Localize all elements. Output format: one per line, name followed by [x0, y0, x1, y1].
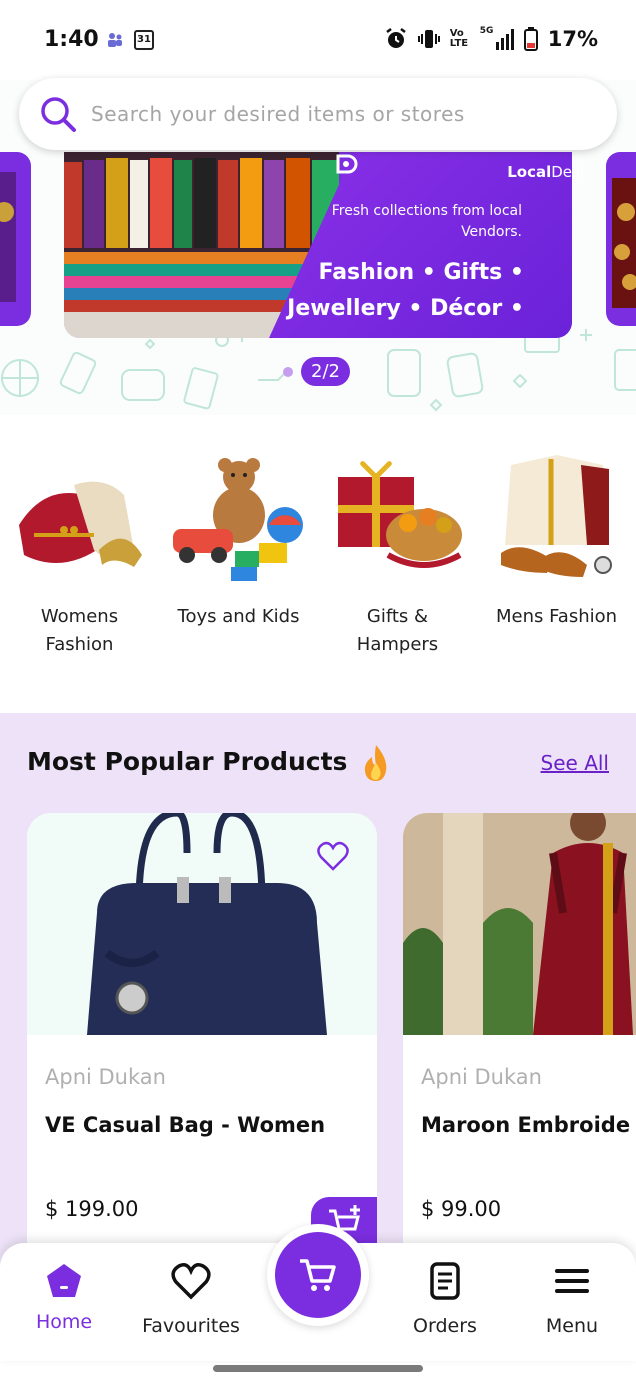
category-label: Womens Fashion	[40, 606, 119, 655]
search-bar[interactable]	[19, 78, 617, 150]
battery-icon	[523, 27, 538, 51]
carousel-pager: 2/2	[301, 357, 350, 386]
category-mens-fashion[interactable]: Mens Fashion	[477, 455, 636, 659]
category-label: Toys and Kids	[177, 606, 300, 627]
product-card[interactable]: Apni Dukan VE Casual Bag - Women $ 199.0…	[27, 813, 377, 1283]
toys-and-kids-image	[172, 458, 303, 581]
nav-menu[interactable]: Menu	[512, 1261, 632, 1337]
banner-subtitle: Fresh collections from local Vendors.	[331, 203, 522, 240]
vibrate-icon	[417, 30, 440, 48]
localdesi-logo-icon	[336, 154, 358, 174]
menu-icon	[555, 1269, 589, 1293]
gesture-bar[interactable]	[213, 1365, 423, 1372]
product-image	[403, 813, 636, 1035]
product-vendor: Apni Dukan	[421, 1065, 542, 1089]
product-name: Maroon Embroide	[421, 1113, 631, 1137]
volte-icon: Vo LTE	[449, 28, 469, 49]
brand-thin: Desi	[551, 163, 584, 181]
heart-icon	[171, 1263, 211, 1300]
search-icon[interactable]	[39, 95, 77, 133]
nav-orders[interactable]: Orders	[385, 1261, 505, 1337]
calendar-icon: 31	[134, 30, 154, 50]
product-vendor: Apni Dukan	[45, 1065, 166, 1089]
category-row: Womens Fashion Toys and Kids Gifts & Ham…	[0, 455, 636, 659]
most-popular-section: Most Popular Products See All Apni Dukan…	[0, 713, 636, 1283]
product-price: $ 99.00	[421, 1197, 502, 1221]
heart-icon[interactable]	[317, 841, 349, 871]
product-card[interactable]: Apni Dukan Maroon Embroide $ 99.00	[403, 813, 636, 1283]
product-price: $ 199.00	[45, 1197, 139, 1221]
status-bar: 1:40 31 Vo LTE 5G 17%	[0, 0, 636, 80]
category-label: Gifts & Hampers	[356, 606, 439, 655]
womens-fashion-image	[18, 481, 142, 567]
nav-label: Favourites	[142, 1315, 240, 1337]
banner-headline: Fashion • Gifts • Jewellery • Décor •	[287, 260, 524, 321]
nav-label: Orders	[413, 1315, 477, 1337]
search-input[interactable]	[91, 102, 571, 126]
cart-icon	[300, 1259, 336, 1291]
nav-label: Menu	[545, 1315, 599, 1337]
see-all-link[interactable]: See All	[541, 751, 609, 775]
gifts-and-hampers-image	[337, 461, 462, 568]
category-gifts-and-hampers[interactable]: Gifts & Hampers	[318, 455, 477, 659]
signal-icon: 5G	[479, 26, 514, 50]
nav-home[interactable]: Home	[4, 1261, 124, 1333]
brand-bold: Local	[507, 163, 552, 181]
orders-icon	[430, 1262, 460, 1300]
nav-label: Home	[35, 1311, 93, 1333]
banner-brand: LocalDesi	[507, 163, 584, 181]
teams-icon	[108, 33, 122, 47]
battery-percent: 17%	[547, 27, 598, 51]
carousel-indicator: 2/2	[283, 357, 350, 386]
carousel-next-card[interactable]	[606, 152, 636, 326]
nav-favourites[interactable]: Favourites	[131, 1261, 251, 1337]
cart-button[interactable]	[267, 1224, 369, 1326]
mens-fashion-image	[500, 455, 612, 577]
category-toys-and-kids[interactable]: Toys and Kids	[159, 455, 318, 659]
product-name: VE Casual Bag - Women	[45, 1113, 326, 1137]
calendar-day: 31	[137, 34, 151, 45]
network-type: 5G	[479, 26, 494, 36]
home-icon	[47, 1264, 81, 1297]
status-time: 1:40	[44, 27, 99, 52]
carousel-dot[interactable]	[283, 366, 293, 377]
fire-icon	[364, 745, 387, 781]
section-title: Most Popular Products	[27, 747, 348, 776]
alarm-icon	[385, 28, 406, 48]
category-label: Mens Fashion	[495, 606, 618, 627]
carousel-prev-card[interactable]	[0, 152, 31, 326]
category-womens-fashion[interactable]: Womens Fashion	[0, 455, 159, 659]
